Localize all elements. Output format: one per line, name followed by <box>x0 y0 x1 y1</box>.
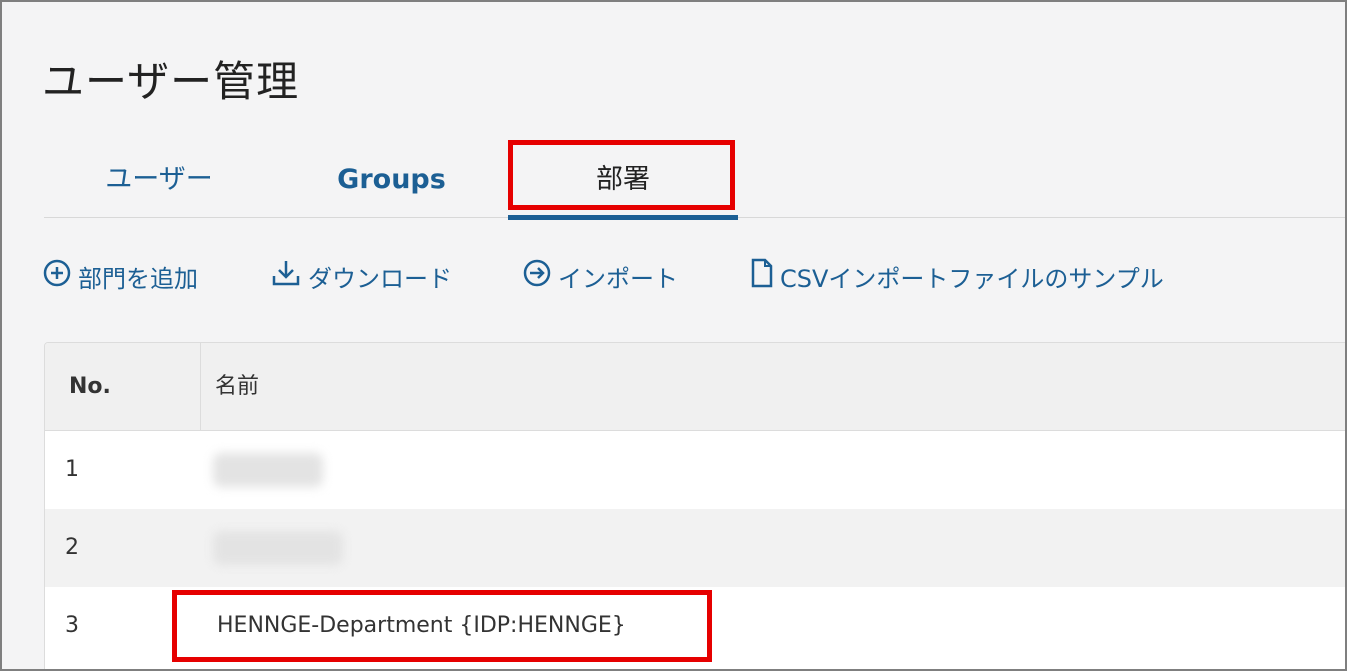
tab-departments-label: 部署 <box>596 164 650 195</box>
tab-departments[interactable]: 部署 <box>508 142 738 220</box>
header-no: No. <box>69 374 111 399</box>
page-title: ユーザー管理 <box>42 57 300 106</box>
csv-sample-link[interactable]: CSVインポートファイルのサンプル <box>750 252 1164 300</box>
file-icon <box>750 258 774 294</box>
table-row[interactable]: 2 <box>45 509 1345 587</box>
import-button[interactable]: インポート <box>522 252 678 300</box>
csv-sample-label: CSVインポートファイルのサンプル <box>780 264 1164 293</box>
download-button[interactable]: ダウンロード <box>270 252 452 300</box>
row-no: 2 <box>65 535 79 560</box>
column-divider <box>200 343 201 431</box>
plus-circle-icon <box>42 258 72 294</box>
tab-groups[interactable]: Groups <box>324 142 459 218</box>
add-department-button[interactable]: 部門を追加 <box>42 252 198 300</box>
download-label: ダウンロード <box>308 264 452 293</box>
table-header: No. 名前 <box>45 343 1345 431</box>
departments-table: No. 名前 1 2 3 HENNGE-Department {IDP:HENN… <box>44 342 1345 669</box>
table-row[interactable]: 1 <box>45 431 1345 509</box>
import-label: インポート <box>558 264 678 293</box>
redacted-name <box>213 531 343 565</box>
tab-bar: ユーザー Groups 部署 <box>44 142 1345 220</box>
row-name: HENNGE-Department {IDP:HENNGE} <box>217 613 626 638</box>
row-no: 1 <box>65 457 79 482</box>
table-row[interactable]: 3 HENNGE-Department {IDP:HENNGE} <box>45 587 1345 665</box>
download-icon <box>270 258 302 294</box>
header-name: 名前 <box>215 374 260 399</box>
active-tab-indicator <box>508 215 738 220</box>
redacted-name <box>213 453 323 487</box>
add-department-label: 部門を追加 <box>78 264 198 293</box>
arrow-right-circle-icon <box>522 258 552 294</box>
tab-users[interactable]: ユーザー <box>94 142 224 218</box>
row-no: 3 <box>65 613 79 638</box>
app-frame: ユーザー管理 ユーザー Groups 部署 部門を追加 ダウンロード インポート <box>0 0 1347 671</box>
